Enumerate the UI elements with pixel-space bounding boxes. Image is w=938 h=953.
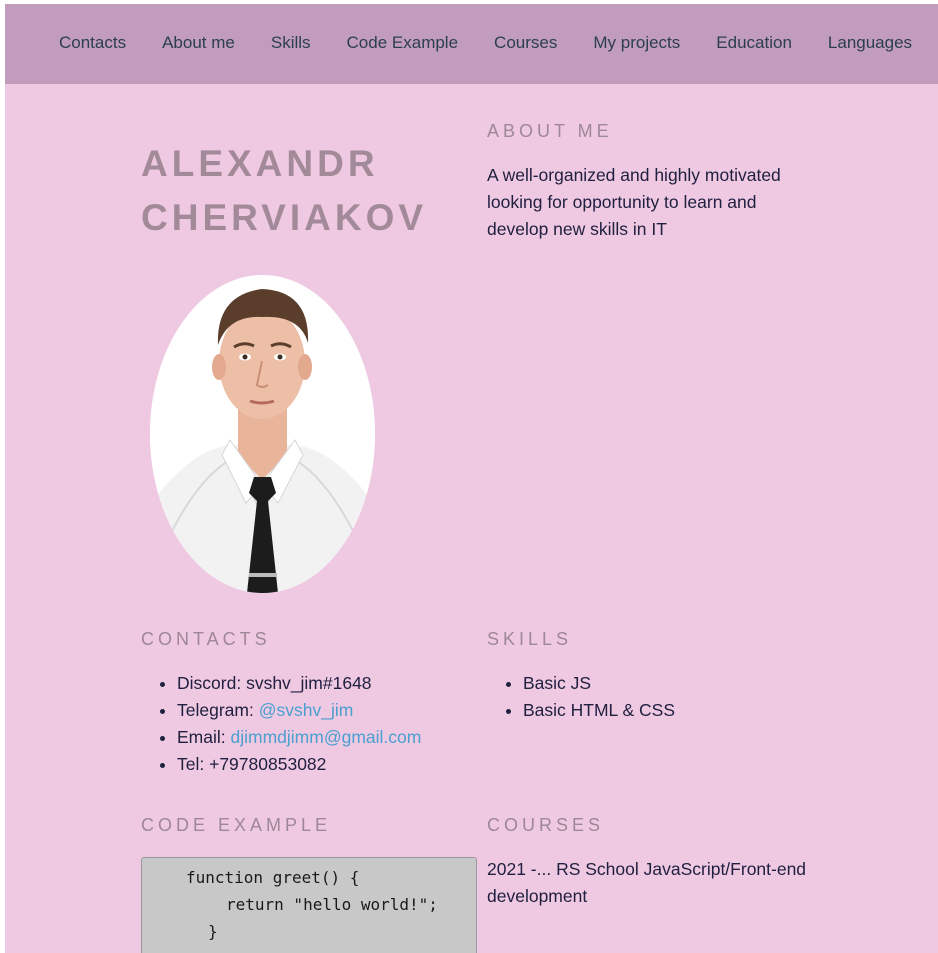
nav-item-skills[interactable]: Skills <box>271 33 311 53</box>
skills-list: Basic JS Basic HTML & CSS <box>487 670 675 724</box>
nav-item-education[interactable]: Education <box>716 33 792 53</box>
skill-item: Basic HTML & CSS <box>523 697 675 724</box>
nav-item-contacts[interactable]: Contacts <box>59 33 126 53</box>
code-line-1: function greet() { <box>186 868 360 887</box>
contact-telegram: Telegram: @svshv_jim <box>177 697 421 724</box>
contact-tel-label: Tel: <box>177 754 205 774</box>
profile-name: ALEXANDR CHERVIAKOV <box>141 137 461 245</box>
contact-discord: Discord: svshv_jim#1648 <box>177 670 421 697</box>
code-example-heading: CODE EXAMPLE <box>141 815 332 835</box>
contact-telegram-label: Telegram: <box>177 700 254 720</box>
profile-name-first: ALEXANDR <box>141 143 379 184</box>
code-block: function greet() { return "hello world!"… <box>141 857 477 953</box>
contact-tel: Tel: +79780853082 <box>177 751 421 778</box>
nav-item-courses[interactable]: Courses <box>494 33 557 53</box>
contacts-list: Discord: svshv_jim#1648 Telegram: @svshv… <box>141 670 421 778</box>
contact-email-label: Email: <box>177 727 226 747</box>
nav-item-about-me[interactable]: About me <box>162 33 235 53</box>
code-line-2: return "hello world!"; <box>226 895 438 914</box>
code-content: function greet() { return "hello world!"… <box>142 858 476 945</box>
about-heading: ABOUT ME <box>487 121 613 141</box>
top-navbar: Contacts About me Skills Code Example Co… <box>5 4 938 84</box>
nav-list: Contacts About me Skills Code Example Co… <box>59 33 938 53</box>
contact-email: Email: djimmdjimm@gmail.com <box>177 724 421 751</box>
profile-photo <box>150 275 375 593</box>
contact-discord-value: svshv_jim#1648 <box>246 673 372 693</box>
contact-discord-label: Discord: <box>177 673 242 693</box>
nav-item-code-example[interactable]: Code Example <box>347 33 459 53</box>
code-line-3: } <box>208 922 218 941</box>
contacts-heading: CONTACTS <box>141 629 271 649</box>
courses-heading: COURSES <box>487 815 605 835</box>
contact-tel-value: +79780853082 <box>209 754 327 774</box>
page: Contacts About me Skills Code Example Co… <box>5 4 938 953</box>
nav-item-languages[interactable]: Languages <box>828 33 912 53</box>
telegram-link[interactable]: @svshv_jim <box>259 700 354 720</box>
nav-item-my-projects[interactable]: My projects <box>593 33 680 53</box>
courses-text: 2021 -... RS School JavaScript/Front-end… <box>487 859 807 906</box>
email-link[interactable]: djimmdjimm@gmail.com <box>231 727 422 747</box>
profile-name-last: CHERVIAKOV <box>141 197 428 238</box>
about-text: A well-organized and highly motivated lo… <box>487 165 781 239</box>
skill-item: Basic JS <box>523 670 675 697</box>
skills-heading: SKILLS <box>487 629 573 649</box>
